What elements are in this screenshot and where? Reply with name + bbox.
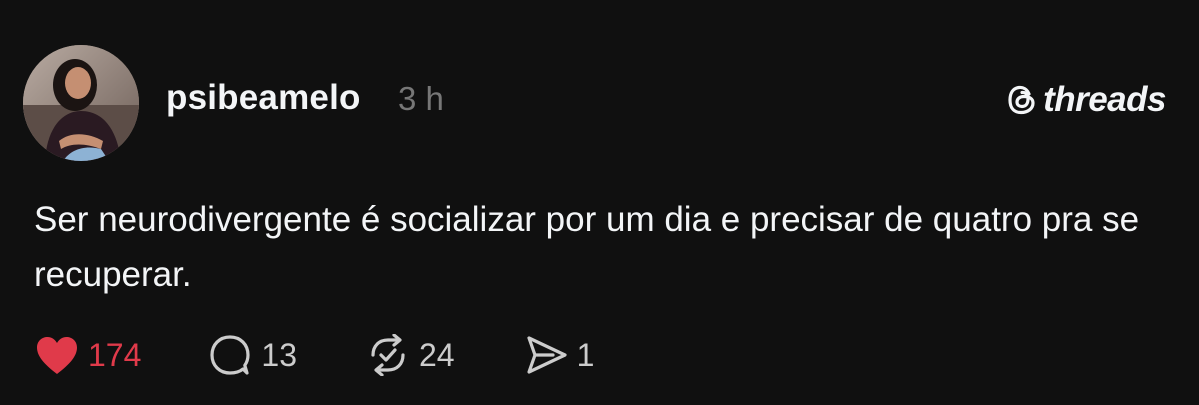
repost-icon: [365, 334, 411, 376]
like-count: 174: [88, 336, 142, 373]
like-button[interactable]: 174: [34, 332, 141, 378]
reply-button[interactable]: 13: [207, 332, 297, 378]
timestamp: 3 h: [398, 80, 444, 117]
reply-count: 13: [261, 336, 297, 373]
send-icon: [523, 334, 569, 376]
heart-filled-icon: [34, 334, 80, 376]
threads-logo-icon: [1007, 84, 1037, 116]
avatar-photo: [23, 45, 139, 161]
threads-post: psibeamelo 3 h threads Ser neurodivergen…: [0, 0, 1199, 405]
repost-button[interactable]: 24: [365, 332, 455, 378]
post-actions: 174 13 24 1: [34, 332, 594, 378]
avatar[interactable]: [23, 45, 139, 161]
threads-brand: threads: [1007, 78, 1166, 122]
username[interactable]: psibeamelo: [166, 78, 361, 118]
share-count: 1: [576, 336, 595, 373]
repost-count: 24: [418, 336, 455, 373]
share-button[interactable]: 1: [523, 332, 595, 378]
comment-bubble-icon: [207, 334, 253, 376]
post-text: Ser neurodivergente é socializar por um …: [34, 200, 1140, 294]
brand-name: threads: [1043, 80, 1166, 119]
